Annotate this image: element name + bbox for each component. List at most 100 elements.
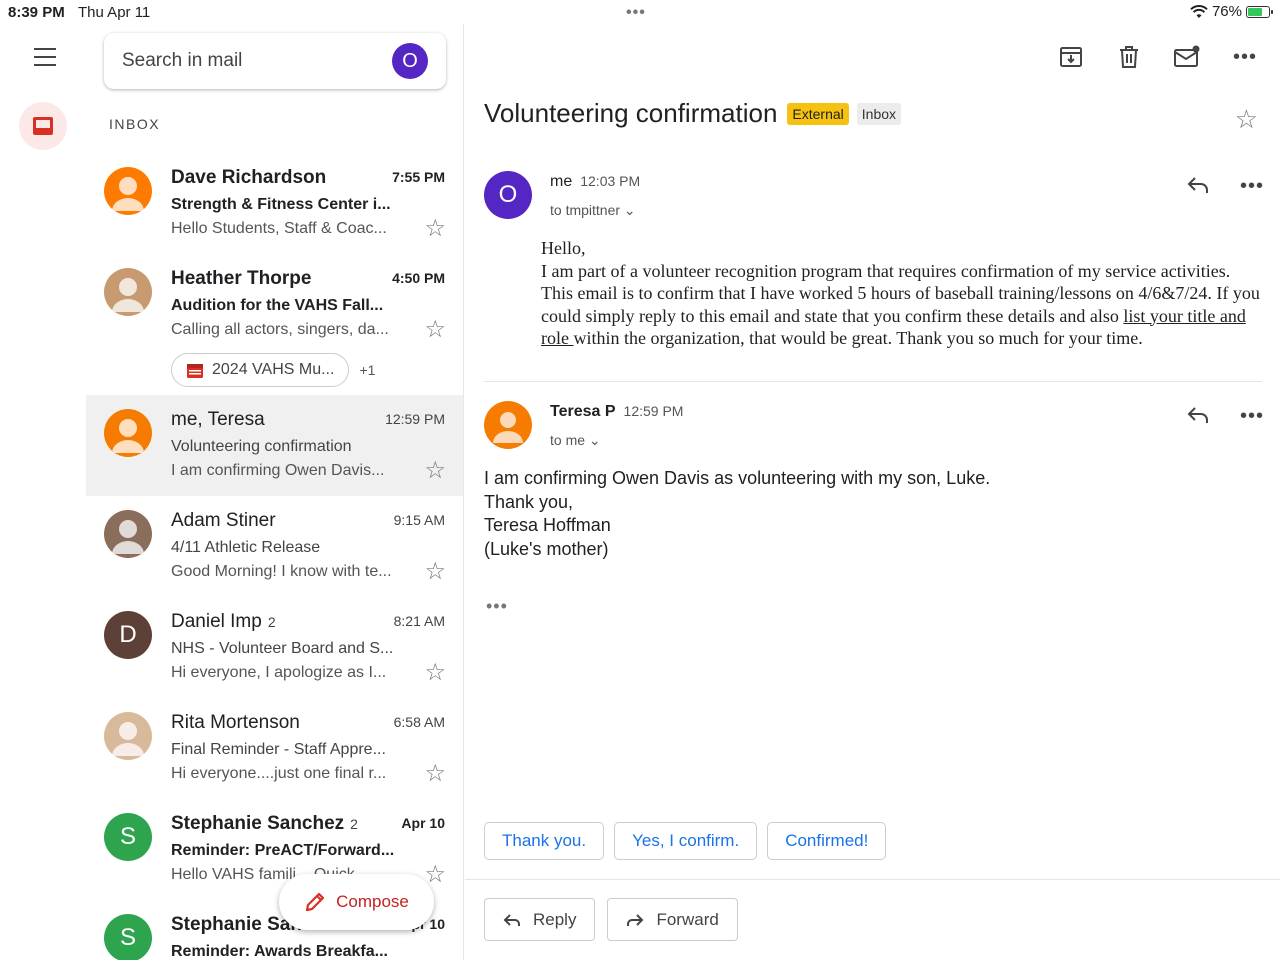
subject: Audition for the VAHS Fall...	[171, 297, 384, 314]
received-time: 6:58 AM	[393, 714, 445, 730]
avatar	[104, 268, 152, 316]
body-line: I am confirming Owen Davis as volunteeri…	[484, 468, 991, 488]
message-body-1: Hello, I am part of a volunteer recognit…	[541, 237, 1261, 350]
forward-arrow-icon	[627, 913, 644, 926]
compose-label: Compose	[336, 892, 409, 911]
compose-button[interactable]: Compose	[279, 874, 434, 930]
sender-name: Stephanie Sanchez 2	[171, 813, 358, 834]
avatar: S	[104, 914, 152, 960]
sender-avatar: O	[484, 171, 532, 219]
subject: Final Reminder - Staff Appre...	[171, 741, 386, 758]
avatar-letter: S	[119, 823, 136, 850]
archive-icon	[1060, 47, 1082, 67]
star-icon[interactable]: ☆	[424, 318, 446, 342]
star-icon[interactable]: ☆	[424, 661, 446, 685]
star-icon[interactable]: ☆	[424, 762, 446, 786]
received-time: Apr 10	[401, 815, 445, 831]
reply-button[interactable]: Reply	[484, 898, 596, 941]
reply-icon[interactable]	[1186, 405, 1210, 430]
star-icon[interactable]: ☆	[424, 459, 446, 483]
archive-button[interactable]	[1056, 42, 1086, 72]
avatar	[104, 510, 152, 558]
wifi-icon	[1190, 4, 1208, 18]
status-right: 76%	[1190, 3, 1273, 20]
subject: Reminder: Awards Breakfa...	[171, 943, 388, 960]
avatar: S	[104, 813, 152, 861]
hamburger-menu-icon[interactable]	[34, 48, 56, 66]
more-options-button[interactable]: •••	[1230, 42, 1260, 72]
message-more-icon[interactable]: •••	[1240, 175, 1264, 198]
attachment-chip[interactable]: 2024 VAHS Mu...	[171, 353, 350, 387]
thread-star-icon[interactable]: ☆	[1235, 106, 1258, 132]
snippet: Hello Students, Staff & Coac...	[171, 220, 387, 237]
sender-name: me 12:03 PM	[550, 173, 641, 190]
body-greeting: Hello,	[541, 238, 586, 258]
avatar	[104, 712, 152, 760]
chevron-down-icon: ⌄	[588, 432, 601, 448]
person-icon	[493, 412, 523, 443]
message-toolbar: •••	[1056, 42, 1260, 72]
search-input[interactable]: Search in mail	[122, 50, 242, 72]
message-divider	[484, 381, 1262, 382]
actions-divider	[465, 879, 1280, 880]
attachment-chips: 2024 VAHS Mu... +1	[171, 353, 375, 387]
search-bar[interactable]: Search in mail O	[104, 33, 446, 89]
sender-name: Teresa P 12:59 PM	[550, 403, 684, 420]
star-icon[interactable]: ☆	[424, 560, 446, 584]
status-time: 8:39 PM	[8, 4, 65, 21]
message-list-pane: Search in mail O INBOX Dave Richardson 7:…	[86, 24, 464, 960]
list-item[interactable]: Adam Stiner 9:15 AM 4/11 Athletic Release G…	[86, 496, 463, 597]
body-line: Teresa Hoffman	[484, 515, 611, 535]
sender-name: Adam Stiner	[171, 510, 276, 531]
list-item[interactable]: Heather Thorpe 4:50 PM Audition for the VA…	[86, 254, 463, 395]
avatar-photo-icon	[112, 520, 144, 554]
inbox-rail-button[interactable]	[19, 102, 67, 150]
list-item[interactable]: me, Teresa 12:59 PM Volunteering confirmat…	[86, 395, 463, 496]
star-icon[interactable]: ☆	[424, 217, 446, 241]
thread-subject-line: Volunteering confirmation External Inbox	[484, 98, 902, 129]
recipient-line[interactable]: to tmpittner ⌄	[550, 202, 636, 219]
message-header-2[interactable]: Teresa P 12:59 PM to me ⌄ •••	[484, 401, 1264, 461]
thread-count: 2	[350, 816, 358, 832]
sender-name: Dave Richardson	[171, 167, 327, 188]
reading-pane: ••• Volunteering confirmation External I…	[465, 24, 1280, 960]
battery-percent: 76%	[1211, 3, 1242, 20]
list-item[interactable]: Dave Richardson 7:55 PM Strength & Fitness…	[86, 153, 463, 254]
battery-icon	[1246, 5, 1273, 18]
trash-icon	[1120, 46, 1138, 68]
message-header-1[interactable]: O me 12:03 PM to tmpittner ⌄ •••	[484, 171, 1264, 231]
list-item[interactable]: D Daniel Imp 2 8:21 AM NHS - Volunteer Board…	[86, 597, 463, 698]
forward-button[interactable]: Forward	[607, 898, 738, 941]
thread-subject: Volunteering confirmation	[484, 98, 778, 128]
recipient-line[interactable]: to me ⌄	[550, 432, 601, 449]
smart-reply-yes-confirm[interactable]: Yes, I confirm.	[614, 822, 758, 860]
received-time: 9:15 AM	[393, 512, 445, 528]
subject: Strength & Fitness Center i...	[171, 196, 391, 213]
pencil-icon	[306, 892, 325, 912]
delete-button[interactable]	[1114, 42, 1144, 72]
snippet: Hi everyone, I apologize as I...	[171, 664, 387, 681]
subject: 4/11 Athletic Release	[171, 539, 321, 556]
smart-replies: Thank you. Yes, I confirm. Confirmed!	[484, 822, 887, 860]
multitasking-dots-icon[interactable]: •••	[626, 4, 646, 22]
snippet: Hi everyone....just one final r...	[171, 765, 387, 782]
avatar-letter: S	[119, 924, 136, 951]
account-avatar[interactable]: O	[392, 43, 428, 79]
received-time: 12:59 PM	[385, 411, 445, 427]
sender-name: Heather Thorpe	[171, 268, 312, 289]
message-more-icon[interactable]: •••	[1240, 405, 1264, 428]
avatar-letter: D	[119, 621, 137, 648]
show-trimmed-content-icon[interactable]: •••	[486, 596, 508, 617]
more-horizontal-icon: •••	[1232, 45, 1257, 68]
subject: NHS - Volunteer Board and S...	[171, 640, 394, 657]
inbox-tag[interactable]: Inbox	[856, 102, 902, 125]
body-line: Thank you,	[484, 491, 574, 512]
avatar-photo-icon	[112, 419, 144, 453]
list-item[interactable]: Rita Mortenson 6:58 AM Final Reminder - St…	[86, 698, 463, 799]
mark-unread-button[interactable]	[1172, 42, 1202, 72]
reply-arrow-icon	[503, 913, 520, 926]
reply-icon[interactable]	[1186, 175, 1210, 200]
smart-reply-confirmed[interactable]: Confirmed!	[767, 822, 887, 860]
smart-reply-thank-you[interactable]: Thank you.	[484, 822, 605, 860]
avatar	[104, 409, 152, 457]
